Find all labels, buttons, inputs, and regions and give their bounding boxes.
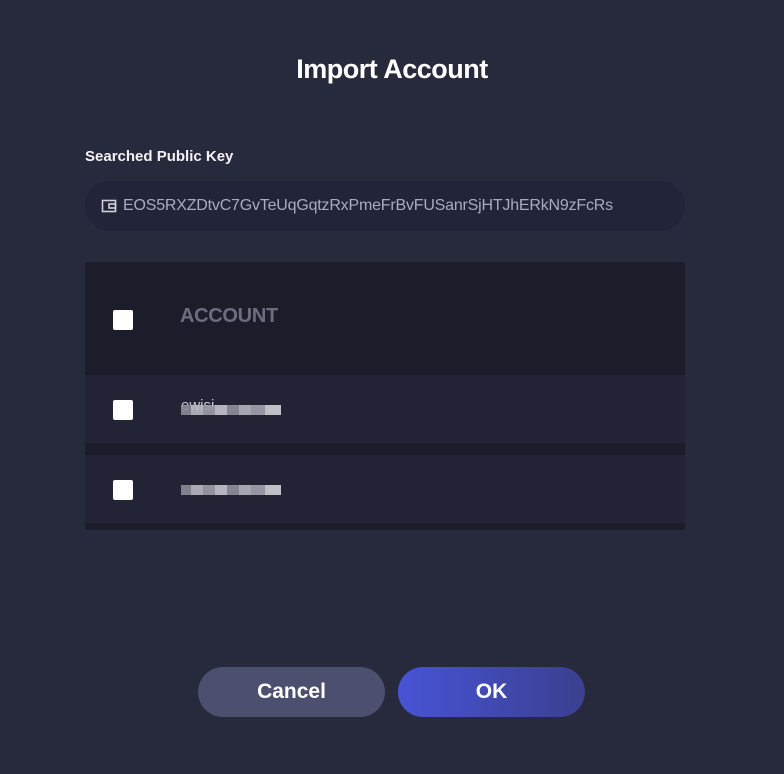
cancel-button[interactable]: Cancel <box>198 667 385 717</box>
table-header: ACCOUNT <box>85 262 685 375</box>
pixelated-overlay <box>181 405 281 415</box>
table-row[interactable]: ewisi <box>85 375 685 443</box>
public-key-field: EOS5RXZDtvC7GvTeUqGqtzRxPmeFrBvFUSanrSjH… <box>85 181 685 231</box>
column-header-account: ACCOUNT <box>180 305 278 327</box>
wallet-icon <box>101 198 117 214</box>
ok-button[interactable]: OK <box>398 667 585 717</box>
pixelated-overlay <box>181 485 281 495</box>
import-account-dialog: Import Account Searched Public Key EOS5R… <box>0 0 784 774</box>
accounts-table: ACCOUNT ewisi <box>85 262 685 530</box>
account-name: ewisi <box>181 399 281 417</box>
row-checkbox[interactable] <box>113 480 133 500</box>
dialog-title: Import Account <box>296 54 488 84</box>
account-name <box>181 479 281 497</box>
select-all-checkbox[interactable] <box>113 310 133 330</box>
row-checkbox[interactable] <box>113 400 133 420</box>
public-key-value: EOS5RXZDtvC7GvTeUqGqtzRxPmeFrBvFUSanrSjH… <box>123 197 613 214</box>
public-key-label: Searched Public Key <box>85 148 234 165</box>
table-row[interactable] <box>85 455 685 523</box>
